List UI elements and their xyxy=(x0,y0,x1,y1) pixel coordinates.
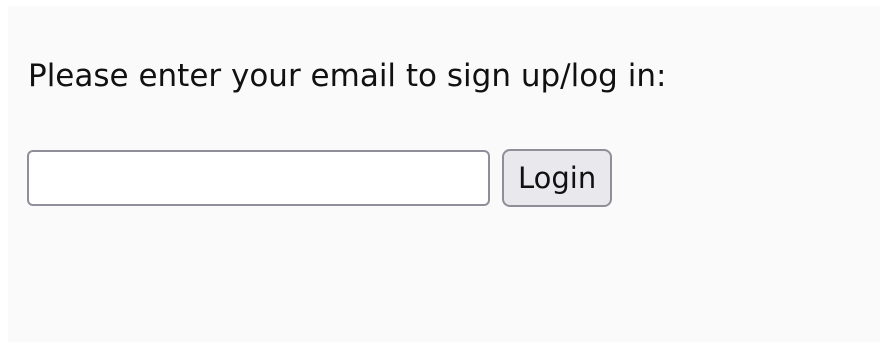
email-input[interactable] xyxy=(27,150,490,206)
email-prompt: Please enter your email to sign up/log i… xyxy=(28,58,667,94)
login-panel: Please enter your email to sign up/log i… xyxy=(8,6,880,342)
page: Please enter your email to sign up/log i… xyxy=(0,0,886,347)
login-form-row: Login xyxy=(27,149,613,207)
login-button[interactable]: Login xyxy=(502,149,613,207)
